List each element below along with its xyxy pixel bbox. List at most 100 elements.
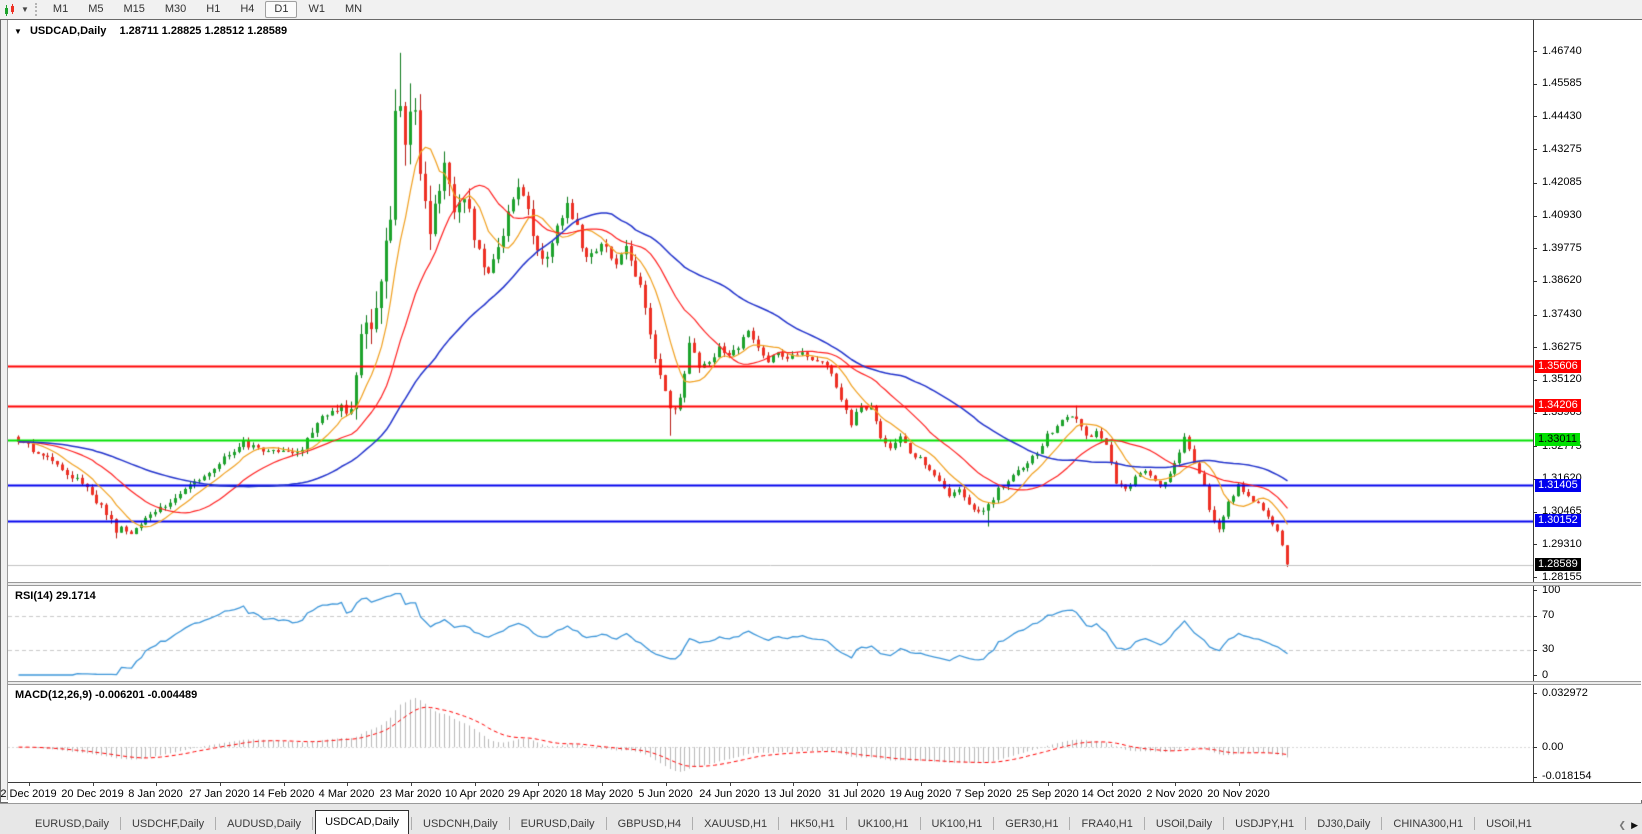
date-tick-mark bbox=[283, 783, 285, 786]
mt4-terminal: { "toolbar": { "timeframes": ["M1","M5",… bbox=[0, 0, 1642, 834]
tab-ger30-h1[interactable]: GER30,H1 bbox=[996, 814, 1067, 834]
timeframe-button-m5[interactable]: M5 bbox=[79, 1, 112, 18]
rsi-pane-splitter[interactable] bbox=[8, 582, 1641, 586]
macd-tick-label: 0.00 bbox=[1542, 741, 1564, 753]
date-tick-label: 14 Oct 2020 bbox=[1081, 788, 1142, 800]
tab-separator bbox=[1381, 817, 1383, 830]
tab-separator bbox=[993, 817, 995, 830]
date-tick-mark bbox=[792, 783, 794, 786]
tab-eurusd-daily[interactable]: EURUSD,Daily bbox=[26, 814, 118, 834]
timeframe-button-mn[interactable]: MN bbox=[336, 1, 371, 18]
tab-usdcad-daily[interactable]: USDCAD,Daily bbox=[315, 810, 410, 834]
date-tick-label: 18 May 2020 bbox=[569, 788, 634, 800]
date-tick-label: 20 Dec 2019 bbox=[61, 788, 124, 800]
tab-separator bbox=[919, 817, 921, 830]
tab-fra40-h1[interactable]: FRA40,H1 bbox=[1072, 814, 1141, 834]
rsi-canvas[interactable] bbox=[8, 586, 1533, 681]
symbol-dropdown-triangle-icon[interactable]: ▼ bbox=[14, 27, 22, 36]
price-tick-label: 1.39775 bbox=[1542, 242, 1582, 254]
tab-china300-h1[interactable]: CHINA300,H1 bbox=[1384, 814, 1472, 834]
macd-tick-mark bbox=[1533, 747, 1537, 748]
chart-window: ▼ USDCAD,Daily 1.28711 1.28825 1.28512 1… bbox=[0, 19, 1642, 803]
tab-separator bbox=[692, 817, 694, 830]
price-tick-mark bbox=[1533, 281, 1537, 282]
price-tick-label: 1.29310 bbox=[1542, 538, 1582, 550]
date-tick-mark bbox=[1238, 783, 1240, 786]
level-price-label: 1.34206 bbox=[1535, 399, 1581, 412]
chart-mode-dropdown-caret-icon[interactable]: ▼ bbox=[21, 5, 29, 14]
chart-area: ▼ USDCAD,Daily 1.28711 1.28825 1.28512 1… bbox=[0, 20, 1642, 803]
rsi-tick-mark bbox=[1533, 590, 1537, 591]
tab-separator bbox=[215, 817, 217, 830]
timeframe-button-d1[interactable]: D1 bbox=[265, 1, 298, 18]
date-tick-label: 14 Feb 2020 bbox=[252, 788, 315, 800]
rsi-indicator-label: RSI(14) 29.1714 bbox=[15, 590, 96, 602]
timeframe-button-m1[interactable]: M1 bbox=[44, 1, 77, 18]
timeframe-button-h4[interactable]: H4 bbox=[231, 1, 263, 18]
date-tick-label: 20 Nov 2020 bbox=[1207, 788, 1270, 800]
tab-separator bbox=[312, 817, 314, 830]
tab-gbpusd-h4[interactable]: GBPUSD,H4 bbox=[609, 814, 691, 834]
date-tick-mark bbox=[346, 783, 348, 786]
date-tick-label: 24 Jun 2020 bbox=[699, 788, 760, 800]
price-tick-label: 1.42085 bbox=[1542, 176, 1582, 188]
date-tick-label: 23 Mar 2020 bbox=[379, 788, 442, 800]
price-tick-label: 1.38620 bbox=[1542, 274, 1582, 286]
tab-usdchf-daily[interactable]: USDCHF,Daily bbox=[123, 814, 213, 834]
price-tick-mark bbox=[1533, 116, 1537, 117]
date-tick-label: 25 Sep 2020 bbox=[1016, 788, 1079, 800]
macd-pane-splitter[interactable] bbox=[8, 681, 1641, 685]
rsi-tick-label: 70 bbox=[1542, 609, 1555, 621]
tab-uk100-h1[interactable]: UK100,H1 bbox=[849, 814, 918, 834]
chart-tab-bar: EURUSD,Daily USDCHF,Daily AUDUSD,Daily USDC… bbox=[0, 803, 1642, 834]
tab-scroll-right-icon[interactable]: ▶ bbox=[1631, 820, 1638, 831]
rsi-tick-mark bbox=[1533, 675, 1537, 676]
date-tick-label: 13 Jul 2020 bbox=[764, 788, 821, 800]
window-left-edge bbox=[1, 20, 8, 800]
date-tick-mark bbox=[410, 783, 412, 786]
tab-separator bbox=[119, 817, 121, 830]
price-tick-mark bbox=[1533, 380, 1537, 381]
date-tick-mark bbox=[155, 783, 157, 786]
tab-separator bbox=[1223, 817, 1225, 830]
macd-canvas[interactable] bbox=[8, 685, 1533, 782]
price-tick-mark bbox=[1533, 216, 1537, 217]
ohlc-values: 1.28711 1.28825 1.28512 1.28589 bbox=[119, 25, 288, 37]
price-tick-label: 1.40930 bbox=[1542, 209, 1582, 221]
tab-usoil-h1[interactable]: USOil,H1 bbox=[1477, 814, 1541, 834]
timeframe-button-m30[interactable]: M30 bbox=[156, 1, 195, 18]
date-tick-mark bbox=[28, 783, 30, 786]
rsi-tick-label: 30 bbox=[1542, 643, 1555, 655]
date-tick-mark bbox=[219, 783, 221, 786]
tab-hk50-h1[interactable]: HK50,H1 bbox=[781, 814, 844, 834]
price-tick-label: 1.37430 bbox=[1542, 308, 1582, 320]
date-tick-mark bbox=[1174, 783, 1176, 786]
date-tick-mark bbox=[856, 783, 858, 786]
tab-separator bbox=[1305, 817, 1307, 830]
tab-separator bbox=[845, 817, 847, 830]
macd-indicator-label: MACD(12,26,9) -0.006201 -0.004489 bbox=[15, 689, 198, 701]
toolbar-grip-handle[interactable] bbox=[34, 3, 37, 16]
tab-eurusd-daily[interactable]: EURUSD,Daily bbox=[512, 814, 604, 834]
tab-usdjpy-h1[interactable]: USDJPY,H1 bbox=[1226, 814, 1303, 834]
timeframe-button-h1[interactable]: H1 bbox=[197, 1, 229, 18]
tab-separator bbox=[1474, 817, 1476, 830]
tab-usoil-daily[interactable]: USOil,Daily bbox=[1147, 814, 1221, 834]
timeframe-button-m15[interactable]: M15 bbox=[114, 1, 153, 18]
tab-xauusd-h1[interactable]: XAUUSD,H1 bbox=[695, 814, 776, 834]
date-tick-label: 31 Jul 2020 bbox=[828, 788, 885, 800]
tab-scroll-left-icon[interactable]: ❮ bbox=[1619, 820, 1627, 831]
price-chart-canvas[interactable] bbox=[8, 20, 1533, 582]
chart-mode-icon[interactable] bbox=[3, 3, 19, 17]
tab-uk100-h1[interactable]: UK100,H1 bbox=[923, 814, 992, 834]
tab-audusd-daily[interactable]: AUDUSD,Daily bbox=[218, 814, 310, 834]
price-tick-mark bbox=[1533, 512, 1537, 513]
price-tick-label: 1.46740 bbox=[1542, 45, 1582, 57]
tab-scroll-buttons: ❮ ▶ bbox=[1619, 820, 1642, 834]
tab-dj30-daily[interactable]: DJ30,Daily bbox=[1308, 814, 1379, 834]
date-tick-mark bbox=[474, 783, 476, 786]
timeframe-button-w1[interactable]: W1 bbox=[299, 1, 334, 18]
price-tick-label: 1.44430 bbox=[1542, 110, 1582, 122]
date-tick-label: 10 Apr 2020 bbox=[444, 788, 505, 800]
tab-usdcnh-daily[interactable]: USDCNH,Daily bbox=[414, 814, 507, 834]
